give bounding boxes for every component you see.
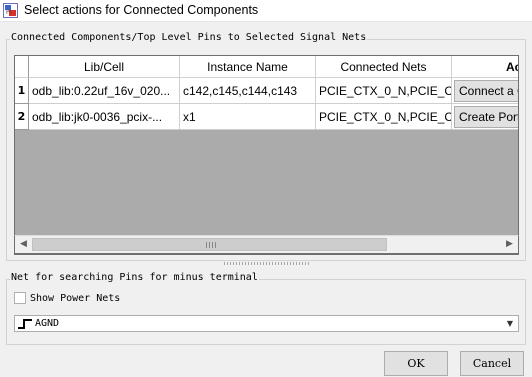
action-cell: Create Ports bbox=[452, 104, 518, 130]
show-power-nets-label: Show Power Nets bbox=[30, 293, 121, 304]
header-connected-nets[interactable]: Connected Nets bbox=[316, 56, 452, 78]
scroll-left-icon[interactable]: ◀ bbox=[15, 236, 32, 253]
connected-components-legend: Connected Components/Top Level Pins to S… bbox=[10, 32, 368, 44]
show-power-nets-checkbox[interactable] bbox=[14, 292, 26, 304]
scroll-right-icon[interactable]: ▶ bbox=[501, 236, 518, 253]
actions-table: Lib/Cell Instance Name Connected Nets Ac… bbox=[14, 55, 519, 255]
chevron-down-icon[interactable]: ▼ bbox=[502, 316, 518, 331]
net-search-legend: Net for searching Pins for minus termina… bbox=[10, 272, 259, 284]
net-select[interactable]: AGND ▼ bbox=[14, 315, 519, 332]
header-action[interactable]: Actio bbox=[452, 56, 518, 78]
create-ports-button[interactable]: Create Ports bbox=[454, 106, 518, 128]
action-cell: Connect a Comp bbox=[452, 78, 518, 104]
header-instance-name[interactable]: Instance Name bbox=[180, 56, 316, 78]
splitter-handle[interactable] bbox=[224, 262, 310, 265]
horizontal-scrollbar[interactable]: ◀ ▶ bbox=[14, 235, 519, 254]
instance-name-value[interactable]: c142,c145,c144,c143 bbox=[180, 78, 316, 104]
lib-cell-value[interactable]: odb_lib:jk0-0036_pcix-... bbox=[29, 104, 180, 130]
instance-name-value[interactable]: x1 bbox=[180, 104, 316, 130]
connect-component-button[interactable]: Connect a Comp bbox=[454, 80, 518, 102]
connected-nets-value[interactable]: PCIE_CTX_0_N,PCIE_CT... bbox=[316, 104, 452, 130]
header-lib-cell[interactable]: Lib/Cell bbox=[29, 56, 180, 78]
cancel-button[interactable]: Cancel bbox=[460, 351, 524, 376]
app-icon: PI bbox=[3, 3, 18, 18]
connected-nets-value[interactable]: PCIE_CTX_0_N,PCIE_CT... bbox=[316, 78, 452, 104]
net-search-group bbox=[6, 279, 526, 345]
net-icon bbox=[18, 319, 32, 329]
row-number: 1 bbox=[15, 78, 29, 104]
table-header: Lib/Cell Instance Name Connected Nets Ac… bbox=[15, 56, 518, 78]
table-row[interactable]: 1 odb_lib:0.22uf_16v_020... c142,c145,c1… bbox=[15, 78, 518, 104]
row-number: 2 bbox=[15, 104, 29, 130]
net-select-value: AGND bbox=[35, 318, 60, 329]
header-corner bbox=[15, 56, 29, 78]
scrollbar-thumb[interactable] bbox=[32, 238, 387, 251]
lib-cell-value[interactable]: odb_lib:0.22uf_16v_020... bbox=[29, 78, 180, 104]
ok-button[interactable]: OK bbox=[384, 351, 448, 376]
table-row[interactable]: 2 odb_lib:jk0-0036_pcix-... x1 PCIE_CTX_… bbox=[15, 104, 518, 130]
window-title: Select actions for Connected Components bbox=[24, 3, 259, 17]
title-bar: PI Select actions for Connected Componen… bbox=[0, 0, 532, 22]
